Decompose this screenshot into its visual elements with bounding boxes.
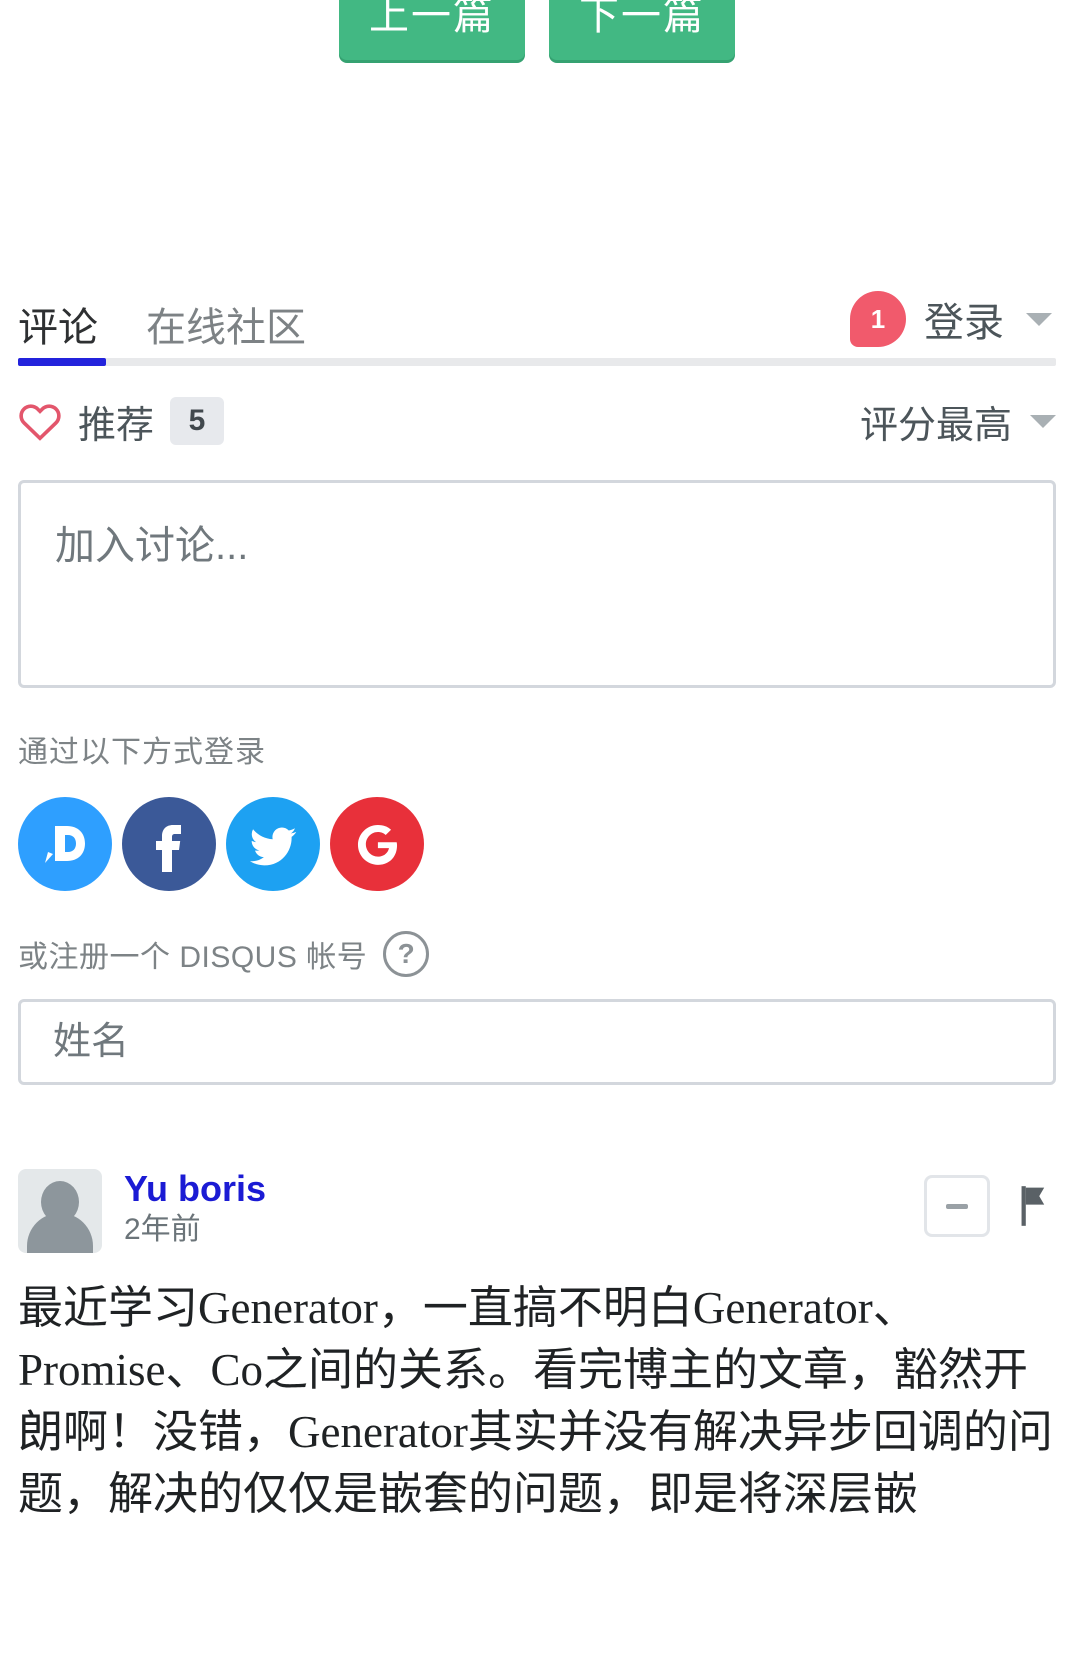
tab-comments[interactable]: 评论 bbox=[18, 308, 98, 348]
chevron-down-icon[interactable] bbox=[1026, 312, 1052, 326]
comment-body: 最近学习Generator，一直搞不明白Generator、Promise、Co… bbox=[18, 1283, 1053, 1520]
help-icon[interactable]: ? bbox=[383, 931, 430, 977]
login-with-label: 通过以下方式登录 bbox=[18, 736, 266, 769]
comment-item: Yu boris 2年前 最近学习Generator，一直搞不明白Generat… bbox=[18, 1169, 1056, 1525]
notification-badge[interactable]: 1 bbox=[850, 291, 906, 347]
comment-header: Yu boris 2年前 bbox=[18, 1169, 1056, 1253]
google-glyph bbox=[357, 824, 398, 865]
comment-meta: Yu boris 2年前 bbox=[124, 1169, 266, 1245]
article-nav: 上一篇 下一篇 bbox=[0, 0, 1074, 64]
recommend-row: 推荐 5 评分最高 bbox=[18, 366, 1056, 476]
disqus-icon[interactable] bbox=[18, 797, 112, 891]
comment-timestamp: 2年前 bbox=[124, 1213, 201, 1246]
sort-dropdown[interactable]: 评分最高 bbox=[860, 394, 1056, 449]
google-icon[interactable] bbox=[330, 797, 424, 891]
sort-label: 评分最高 bbox=[859, 404, 1012, 447]
tab-underline bbox=[18, 358, 1056, 366]
comment-actions bbox=[924, 1175, 1052, 1237]
default-avatar-icon[interactable] bbox=[18, 1169, 102, 1253]
avatar-body bbox=[27, 1213, 93, 1253]
heart-icon bbox=[19, 404, 61, 441]
login-area: 1 登录 bbox=[850, 290, 1056, 348]
facebook-icon[interactable] bbox=[122, 797, 216, 891]
social-login-row bbox=[18, 797, 1056, 891]
prev-article-button[interactable]: 上一篇 bbox=[339, 0, 525, 60]
comment-author[interactable]: Yu boris bbox=[124, 1171, 266, 1207]
name-input[interactable] bbox=[18, 999, 1056, 1085]
next-article-button[interactable]: 下一篇 bbox=[549, 0, 735, 60]
signup-text[interactable]: 或注册一个 DISQUS 帐号 bbox=[18, 932, 367, 976]
login-button[interactable]: 登录 bbox=[924, 290, 1004, 348]
tab-community[interactable]: 在线社区 bbox=[146, 308, 306, 348]
disqus-widget: 评论 在线社区 1 登录 推荐 5 评分最高 通过以下方式登录 bbox=[0, 240, 1074, 1525]
recommend-count: 5 bbox=[170, 397, 225, 445]
comment-composer-input[interactable] bbox=[18, 480, 1056, 688]
disqus-header: 评论 在线社区 1 登录 bbox=[18, 240, 1056, 348]
collapse-comment-button[interactable] bbox=[924, 1175, 990, 1237]
twitter-glyph bbox=[249, 827, 297, 866]
twitter-icon[interactable] bbox=[226, 797, 320, 891]
tab-list: 评论 在线社区 bbox=[18, 308, 306, 348]
recommend-label: 推荐 bbox=[78, 404, 155, 447]
chevron-down-icon bbox=[1030, 414, 1056, 428]
minus-icon bbox=[946, 1203, 968, 1209]
disqus-glyph bbox=[45, 826, 85, 863]
flag-icon[interactable] bbox=[1018, 1184, 1052, 1228]
recommend-button[interactable]: 推荐 5 bbox=[18, 394, 225, 449]
signup-row: 或注册一个 DISQUS 帐号 ? bbox=[18, 931, 1056, 977]
facebook-glyph bbox=[156, 825, 181, 872]
